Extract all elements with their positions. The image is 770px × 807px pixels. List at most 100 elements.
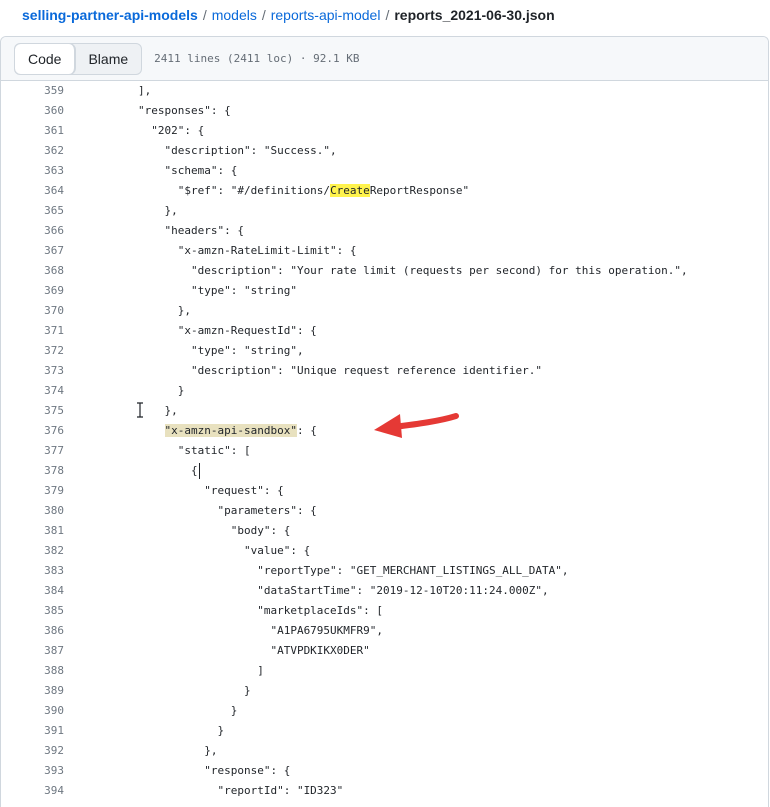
line-number[interactable]: 370 xyxy=(1,301,64,321)
breadcrumb-repo-link[interactable]: selling-partner-api-models xyxy=(22,7,198,23)
code-line: 371 "x-amzn-RequestId": { xyxy=(1,321,768,341)
line-number[interactable]: 382 xyxy=(1,541,64,561)
breadcrumb-models-link[interactable]: models xyxy=(212,7,257,23)
line-number[interactable]: 368 xyxy=(1,261,64,281)
code-line: 363 "schema": { xyxy=(1,161,768,181)
line-number[interactable]: 366 xyxy=(1,221,64,241)
code-text: "static": [ xyxy=(138,444,251,457)
line-number[interactable]: 387 xyxy=(1,641,64,661)
selection-highlight: "x-amzn-api-sandbox" xyxy=(164,424,297,437)
code-line: 393 "response": { xyxy=(1,761,768,781)
line-number[interactable]: 392 xyxy=(1,741,64,761)
code-text: "A1PA6795UKMFR9", xyxy=(138,624,384,637)
line-number[interactable]: 388 xyxy=(1,661,64,681)
code-line: 369 "type": "string" xyxy=(1,281,768,301)
breadcrumb-current-file: reports_2021-06-30.json xyxy=(394,7,555,23)
line-number[interactable]: 376 xyxy=(1,421,64,441)
code-text: "description": "Your rate limit (request… xyxy=(138,264,688,277)
code-line: 360 "responses": { xyxy=(1,101,768,121)
code-text: "response": { xyxy=(138,764,291,777)
line-number[interactable]: 385 xyxy=(1,601,64,621)
line-number[interactable]: 379 xyxy=(1,481,64,501)
code-listing[interactable]: 359], 360 "responses": {361 "202": {362 "d… xyxy=(1,81,768,801)
line-number[interactable]: 369 xyxy=(1,281,64,301)
code-line: 370 }, xyxy=(1,301,768,321)
breadcrumb-separator: / xyxy=(385,7,390,23)
code-line: 374 } xyxy=(1,381,768,401)
line-number[interactable]: 365 xyxy=(1,201,64,221)
code-text: } xyxy=(138,684,251,697)
line-number[interactable]: 384 xyxy=(1,581,64,601)
code-line: 366 "headers": { xyxy=(1,221,768,241)
code-text: } xyxy=(138,704,238,717)
breadcrumb: selling-partner-api-models / models / report… xyxy=(22,5,555,25)
line-number[interactable]: 386 xyxy=(1,621,64,641)
code-line: 394 "reportId": "ID323" xyxy=(1,781,768,801)
code-line: 378 { xyxy=(1,461,768,481)
line-number[interactable]: 364 xyxy=(1,181,64,201)
code-text: ] xyxy=(138,664,264,677)
code-text: "$ref": "#/definitions/CreateReportRespo… xyxy=(138,184,470,197)
file-viewer: Code Blame 2411 lines (2411 loc) · 92.1 … xyxy=(0,36,769,807)
line-number[interactable]: 375 xyxy=(1,401,64,421)
line-number[interactable]: 377 xyxy=(1,441,64,461)
code-line: 364 "$ref": "#/definitions/CreateReportR… xyxy=(1,181,768,201)
breadcrumb-separator: / xyxy=(202,7,207,23)
code-text: "reportType": "GET_MERCHANT_LISTINGS_ALL… xyxy=(138,564,569,577)
line-number[interactable]: 378 xyxy=(1,461,64,481)
code-text: "type": "string", xyxy=(138,344,304,357)
code-text: "value": { xyxy=(138,544,311,557)
code-line: 386 "A1PA6795UKMFR9", xyxy=(1,621,768,641)
code-line: 368 "description": "Your rate limit (req… xyxy=(1,261,768,281)
file-toolbar: Code Blame 2411 lines (2411 loc) · 92.1 … xyxy=(1,37,768,81)
code-text: "description": "Unique request reference… xyxy=(138,364,542,377)
line-number[interactable]: 391 xyxy=(1,721,64,741)
code-line: 389 } xyxy=(1,681,768,701)
code-line: 372 "type": "string", xyxy=(1,341,768,361)
breadcrumb-folder-link[interactable]: reports-api-model xyxy=(271,7,381,23)
code-text: "x-amzn-api-sandbox": { xyxy=(164,424,317,437)
code-text: "x-amzn-RequestId": { xyxy=(138,324,317,337)
code-text: "202": { xyxy=(138,124,205,137)
code-line: 385 "marketplaceIds": [ xyxy=(1,601,768,621)
line-number[interactable]: 363 xyxy=(1,161,64,181)
code-line: 373 "description": "Unique request refer… xyxy=(1,361,768,381)
code-text: "parameters": { xyxy=(138,504,317,517)
code-text: "reportId": "ID323" xyxy=(138,784,344,797)
line-number[interactable]: 389 xyxy=(1,681,64,701)
code-text: }, xyxy=(138,204,178,217)
code-text: "responses": { xyxy=(138,104,231,117)
line-number[interactable]: 381 xyxy=(1,521,64,541)
code-line: 365 }, xyxy=(1,201,768,221)
line-number[interactable]: 390 xyxy=(1,701,64,721)
line-number[interactable]: 361 xyxy=(1,121,64,141)
line-number[interactable]: 359 xyxy=(1,81,64,101)
line-number[interactable]: 394 xyxy=(1,781,64,801)
line-number[interactable]: 373 xyxy=(1,361,64,381)
code-text: "ATVPDKIKX0DER" xyxy=(138,644,370,657)
code-line: 388 ] xyxy=(1,661,768,681)
code-text: "request": { xyxy=(138,484,284,497)
code-view-button[interactable]: Code xyxy=(15,43,76,74)
line-number[interactable]: 383 xyxy=(1,561,64,581)
line-number[interactable]: 371 xyxy=(1,321,64,341)
code-text: "marketplaceIds": [ xyxy=(138,604,384,617)
line-number[interactable]: 362 xyxy=(1,141,64,161)
blame-view-button[interactable]: Blame xyxy=(75,44,141,74)
line-number[interactable]: 360 xyxy=(1,101,64,121)
code-text: "dataStartTime": "2019-12-10T20:11:24.00… xyxy=(138,584,549,597)
code-text: "headers": { xyxy=(138,224,244,237)
code-text: }, xyxy=(138,304,191,317)
view-mode-toggle: Code Blame xyxy=(14,42,143,75)
code-line: 376 "x-amzn-api-sandbox": { xyxy=(1,421,768,441)
line-number[interactable]: 367 xyxy=(1,241,64,261)
line-number[interactable]: 374 xyxy=(1,381,64,401)
code-text: "x-amzn-RateLimit-Limit": { xyxy=(138,244,357,257)
code-text: "body": { xyxy=(138,524,291,537)
line-number[interactable]: 380 xyxy=(1,501,64,521)
code-line: 379 "request": { xyxy=(1,481,768,501)
code-line: 391 } xyxy=(1,721,768,741)
line-number[interactable]: 393 xyxy=(1,761,64,781)
line-number[interactable]: 372 xyxy=(1,341,64,361)
code-line: 381 "body": { xyxy=(1,521,768,541)
